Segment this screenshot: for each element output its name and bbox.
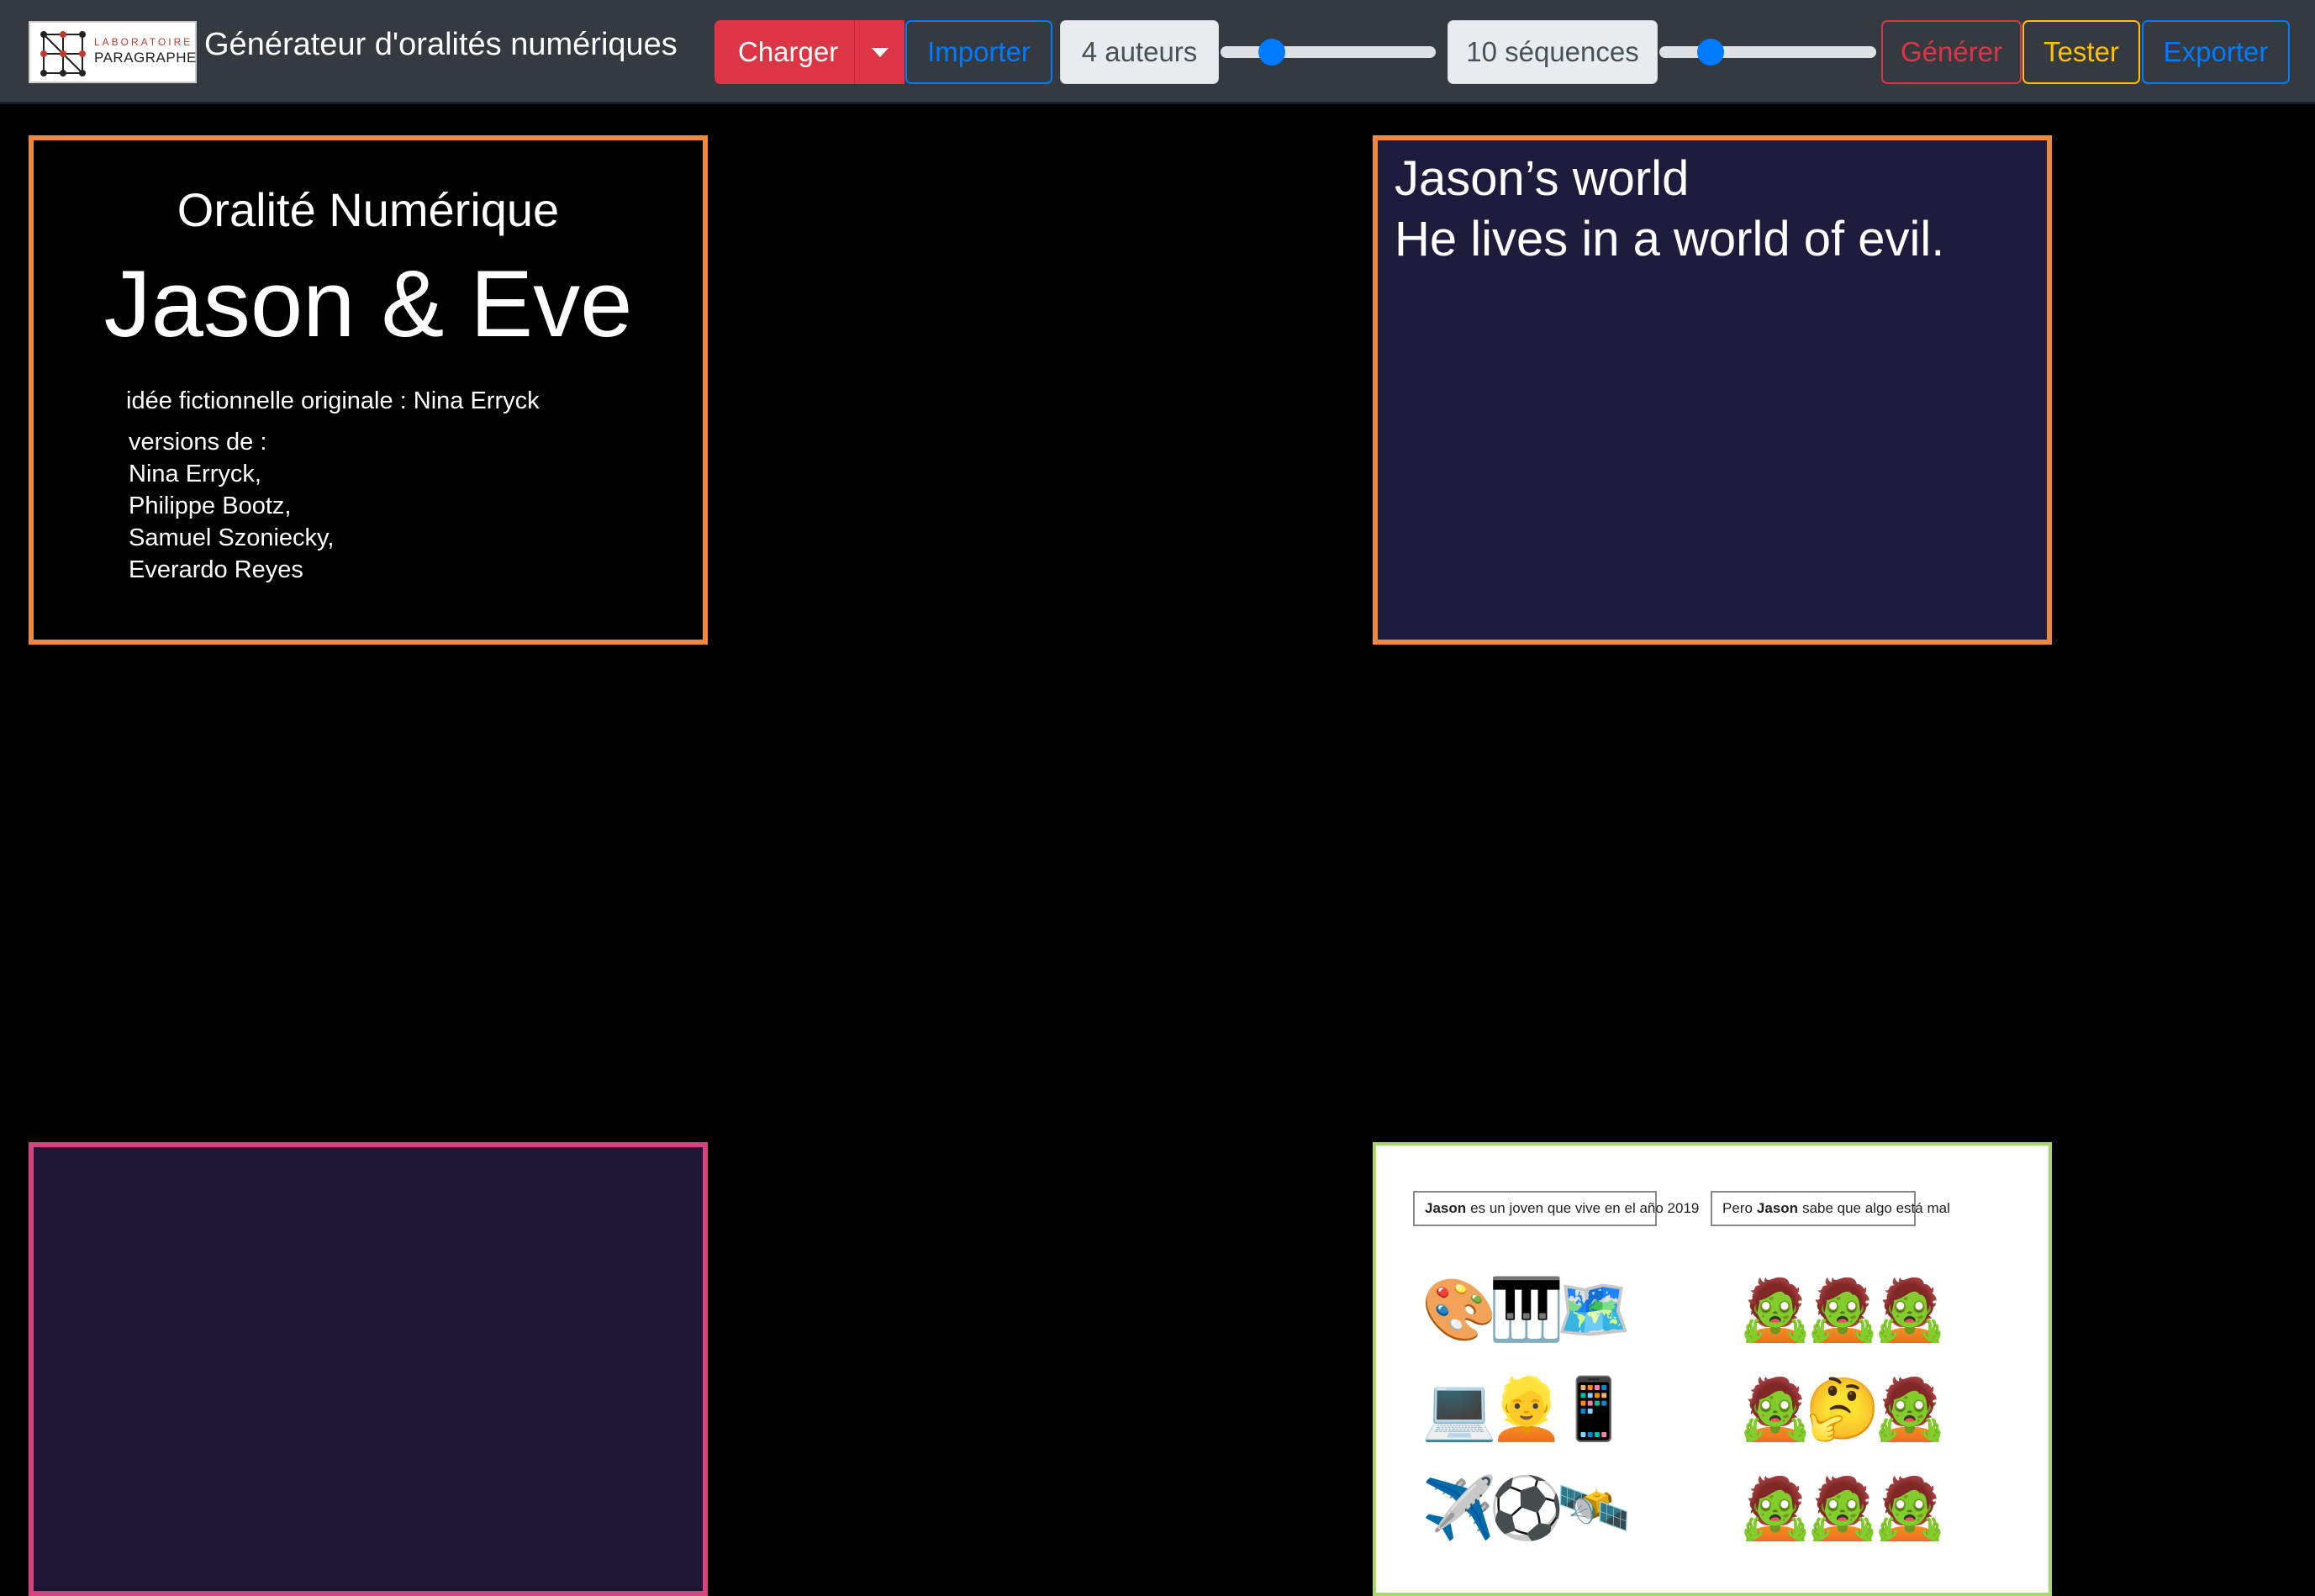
author-name: Philippe Bootz,	[129, 492, 292, 519]
slider-thumb[interactable]	[1697, 39, 1725, 66]
logo-text-laboratoire: LABORATOIRE	[94, 36, 193, 48]
palette-icon: 🎨	[1421, 1277, 1497, 1344]
sequences-slider[interactable]	[1659, 37, 1876, 67]
satellite-icon: 🛰️	[1556, 1475, 1632, 1542]
image-sequence-panel[interactable]: Jason es un joven que vive en el año 201…	[1373, 1142, 2052, 1596]
auteurs-slider[interactable]	[1221, 37, 1436, 67]
zombie-icon: 🧟	[1805, 1475, 1880, 1542]
exporter-button[interactable]: Exporter	[2142, 20, 2290, 84]
map-icon: 🗺️	[1556, 1277, 1632, 1344]
auteurs-count-label: 4 auteurs	[1060, 20, 1219, 84]
author-name: Nina Erryck,	[129, 461, 261, 487]
author-name: Everardo Reyes	[129, 556, 303, 583]
caption-right: Pero Jason sabe que algo está mal	[1711, 1191, 1950, 1226]
card-title: Jason & Eve	[103, 251, 633, 356]
importer-button[interactable]: Importer	[905, 20, 1052, 84]
world-card-text: He lives in a world of evil.	[1395, 212, 1945, 266]
versions-label: versions de :	[129, 429, 267, 456]
author-name: Samuel Szoniecky,	[129, 524, 335, 551]
caption-left: Jason es un joven que vive en el año 201…	[1413, 1191, 1699, 1226]
world-card-title: Jason’s world	[1395, 151, 1690, 206]
piano-icon: 🎹	[1489, 1277, 1564, 1344]
zombie-icon: 🧟	[1805, 1277, 1880, 1344]
slider-track	[1659, 46, 1876, 58]
tester-button[interactable]: Tester	[2022, 20, 2140, 84]
laptop-icon: 💻	[1421, 1376, 1497, 1443]
slider-track	[1221, 46, 1436, 58]
app-title[interactable]: Générateur d'oralités numériques	[204, 27, 678, 63]
logo-graph-icon	[40, 31, 86, 76]
caption-right-pre: Pero	[1722, 1200, 1753, 1216]
generer-button[interactable]: Générer	[1881, 20, 2022, 84]
soccer-ball-icon: ⚽	[1489, 1475, 1564, 1542]
logo-text-paragraphe: PARAGRAPHE	[94, 50, 197, 66]
caption-left-text: es un joven que vive en el año 2019	[1470, 1200, 1700, 1216]
card-subtitle: Oralité Numérique	[177, 183, 560, 236]
caption-right-text: sabe que algo está mal	[1802, 1200, 1950, 1216]
person-blond-icon: 👱	[1489, 1376, 1564, 1443]
zombie-icon: 🧟	[1872, 1376, 1948, 1443]
world-card-panel[interactable]: Jason’s world He lives in a world of evi…	[1373, 135, 2052, 645]
phone-icon: 📱	[1556, 1376, 1632, 1443]
paragraphe-logo[interactable]: LABORATOIRE PARAGRAPHE	[29, 21, 197, 83]
zombie-icon: 🧟	[1872, 1277, 1948, 1344]
title-card-panel[interactable]: Oralité Numérique Jason & Eve idée ficti…	[29, 135, 708, 645]
original-idea-credit: idée fictionnelle originale : Nina Erryc…	[126, 387, 540, 414]
caption-right-bold: Jason	[1756, 1200, 1799, 1216]
caret-down-icon	[871, 47, 889, 57]
zombie-icon: 🧟	[1738, 1475, 1813, 1542]
zombie-icon: 🧟	[1738, 1277, 1813, 1344]
caption-left-bold: Jason	[1425, 1200, 1467, 1216]
versions-credits: versions de : Nina Erryck, Philippe Boot…	[129, 426, 334, 586]
thinking-face-icon: 🤔	[1805, 1376, 1880, 1443]
airplane-icon: ✈️	[1421, 1475, 1497, 1542]
slider-thumb[interactable]	[1258, 39, 1285, 66]
empty-sequence-panel[interactable]	[29, 1142, 708, 1596]
charger-dropdown-toggle[interactable]	[854, 20, 904, 84]
sequences-count-label: 10 séquences	[1448, 20, 1658, 84]
zombie-icon: 🧟	[1738, 1376, 1813, 1443]
zombie-icon: 🧟	[1872, 1475, 1948, 1542]
navbar: LABORATOIRE PARAGRAPHE Générateur d'oral…	[0, 0, 2315, 104]
